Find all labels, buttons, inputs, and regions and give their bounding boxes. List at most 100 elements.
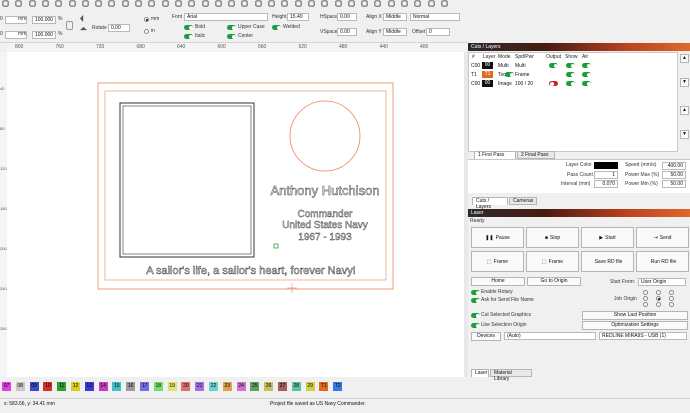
mirror-icon[interactable]: [228, 0, 235, 7]
years-text[interactable]: 1967 - 1993: [298, 232, 352, 243]
palette-chip[interactable]: 12: [71, 382, 80, 391]
interval-field[interactable]: 0.070: [594, 180, 618, 188]
unit-in-radio[interactable]: [144, 29, 149, 34]
welded-toggle[interactable]: [272, 25, 281, 30]
palette-chip[interactable]: 22: [209, 382, 218, 391]
palette-chip[interactable]: 21: [195, 382, 205, 391]
palette-chip[interactable]: 24: [236, 382, 246, 391]
zoom-in-icon[interactable]: [122, 0, 129, 7]
layer-color-swatch[interactable]: [594, 162, 618, 169]
job-origin-radio[interactable]: [643, 290, 648, 295]
flip-icon[interactable]: [215, 0, 222, 7]
rank-text[interactable]: Commander: [297, 209, 353, 220]
trace-icon[interactable]: [308, 0, 315, 7]
ask-send-toggle[interactable]: [471, 298, 480, 303]
palette-chip[interactable]: T2: [333, 382, 343, 391]
cuts-row[interactable]: C00 00 Multi Multi: [469, 62, 677, 70]
ellipse-icon[interactable]: [68, 0, 76, 7]
pass-count-field[interactable]: 1: [594, 171, 618, 179]
magic-icon[interactable]: [401, 0, 408, 7]
job-origin-radio[interactable]: [669, 302, 674, 307]
palette-chip[interactable]: 25: [250, 382, 260, 391]
tab-material-library[interactable]: Material Library: [490, 369, 532, 382]
rotate-field[interactable]: 0.00: [108, 24, 130, 32]
pause-button[interactable]: ❚❚ Pause: [471, 227, 524, 248]
design-canvas[interactable]: Anthony Hutchison Commander United State…: [7, 52, 467, 377]
job-origin-radio[interactable]: [656, 302, 661, 307]
palette-chip[interactable]: 16: [126, 382, 136, 391]
show-toggle[interactable]: [566, 81, 575, 86]
palette-chip[interactable]: 26: [264, 382, 274, 391]
motto-text[interactable]: A sailor's life, a sailor's heart, forev…: [146, 265, 356, 278]
selection-handle[interactable]: [273, 243, 279, 249]
hand-icon[interactable]: [42, 0, 49, 7]
start-from-select[interactable]: User Origin: [638, 278, 686, 286]
cuts-row-tool-toggle[interactable]: [505, 72, 514, 77]
unit-mm-radio[interactable]: [144, 17, 149, 22]
stop-button[interactable]: ■ Stop: [526, 227, 579, 248]
tab-cameras[interactable]: Cameras: [509, 197, 537, 205]
device-name-select[interactable]: REDLINE MIRA9S - USB (1): [599, 332, 687, 340]
run-rd-button[interactable]: Run RD file: [636, 251, 689, 272]
palette-chip[interactable]: 09: [29, 382, 39, 391]
start-button[interactable]: ▶ Start: [581, 227, 634, 248]
show-last-position-button[interactable]: Show Last Position: [582, 311, 688, 320]
send-button[interactable]: ⇥ Send: [636, 227, 689, 248]
distribute-icon[interactable]: [201, 0, 209, 7]
zoom-fit-icon[interactable]: [148, 0, 155, 7]
warn-icon[interactable]: [441, 0, 448, 7]
grid-icon[interactable]: [175, 0, 182, 7]
rect-icon[interactable]: [55, 0, 62, 7]
enable-rotary-toggle[interactable]: [471, 290, 480, 295]
palette-chip[interactable]: 20: [181, 382, 191, 391]
vspace-field[interactable]: 0.00: [337, 28, 357, 36]
offset-field[interactable]: 0: [426, 28, 450, 36]
palette-chip[interactable]: 10: [43, 382, 53, 391]
aligny-select[interactable]: Middle: [383, 28, 407, 36]
palette-chip[interactable]: 13: [84, 382, 94, 391]
optimization-settings-button[interactable]: Optimization Settings: [582, 321, 688, 330]
mirror-v-icon[interactable]: [80, 27, 87, 31]
rotate-icon[interactable]: [241, 0, 248, 7]
cut-icon[interactable]: [108, 0, 115, 7]
air-toggle[interactable]: [582, 72, 591, 77]
node-icon[interactable]: [29, 0, 36, 7]
palette-chip[interactable]: 29: [305, 382, 315, 391]
boolean-icon[interactable]: [268, 0, 275, 7]
cuts-row[interactable]: T1 T1 Tool Frame: [469, 71, 677, 79]
mirror-h-icon[interactable]: [80, 15, 84, 22]
devices-button[interactable]: Devices: [471, 332, 501, 341]
height-pct-field[interactable]: 100.000: [32, 31, 56, 39]
lock-ratio-icon[interactable]: [66, 21, 73, 30]
palette-chip[interactable]: 19: [167, 382, 177, 391]
air-toggle[interactable]: [582, 81, 591, 86]
tab-final-pass[interactable]: 2 Final Pass: [517, 151, 555, 159]
palette-chip[interactable]: 18: [153, 382, 163, 391]
tab-cuts-layers[interactable]: Cuts / Layers: [472, 197, 508, 210]
layers-icon[interactable]: [428, 0, 435, 7]
align-icon[interactable]: [188, 0, 195, 7]
pointer-icon[interactable]: [2, 0, 9, 7]
frame-icon[interactable]: [374, 0, 381, 7]
style-select[interactable]: Normal: [410, 13, 460, 21]
palette-chip[interactable]: 23: [222, 382, 232, 391]
goto-origin-button[interactable]: Go to Origin: [527, 277, 581, 286]
settings-icon[interactable]: [321, 0, 328, 7]
tab-laser[interactable]: Laser: [471, 369, 489, 377]
zoom-out-icon[interactable]: [135, 0, 142, 7]
upper-toggle[interactable]: [227, 25, 236, 30]
cut-selected-toggle[interactable]: [471, 313, 480, 318]
palette-chip[interactable]: 07: [2, 382, 11, 391]
wrench-icon[interactable]: [334, 0, 342, 7]
show-toggle[interactable]: [566, 63, 575, 68]
job-origin-radio[interactable]: [669, 290, 674, 295]
lightning-icon[interactable]: [348, 0, 355, 7]
array-icon[interactable]: [295, 0, 302, 7]
branch-text[interactable]: United States Navy: [282, 220, 368, 231]
bold-toggle[interactable]: [184, 25, 193, 30]
weld-icon[interactable]: [255, 0, 262, 7]
home-button[interactable]: Home: [471, 277, 525, 286]
camera-icon[interactable]: [162, 0, 169, 7]
speed-field[interactable]: 400.00: [662, 162, 686, 170]
offset-icon[interactable]: [281, 0, 288, 7]
